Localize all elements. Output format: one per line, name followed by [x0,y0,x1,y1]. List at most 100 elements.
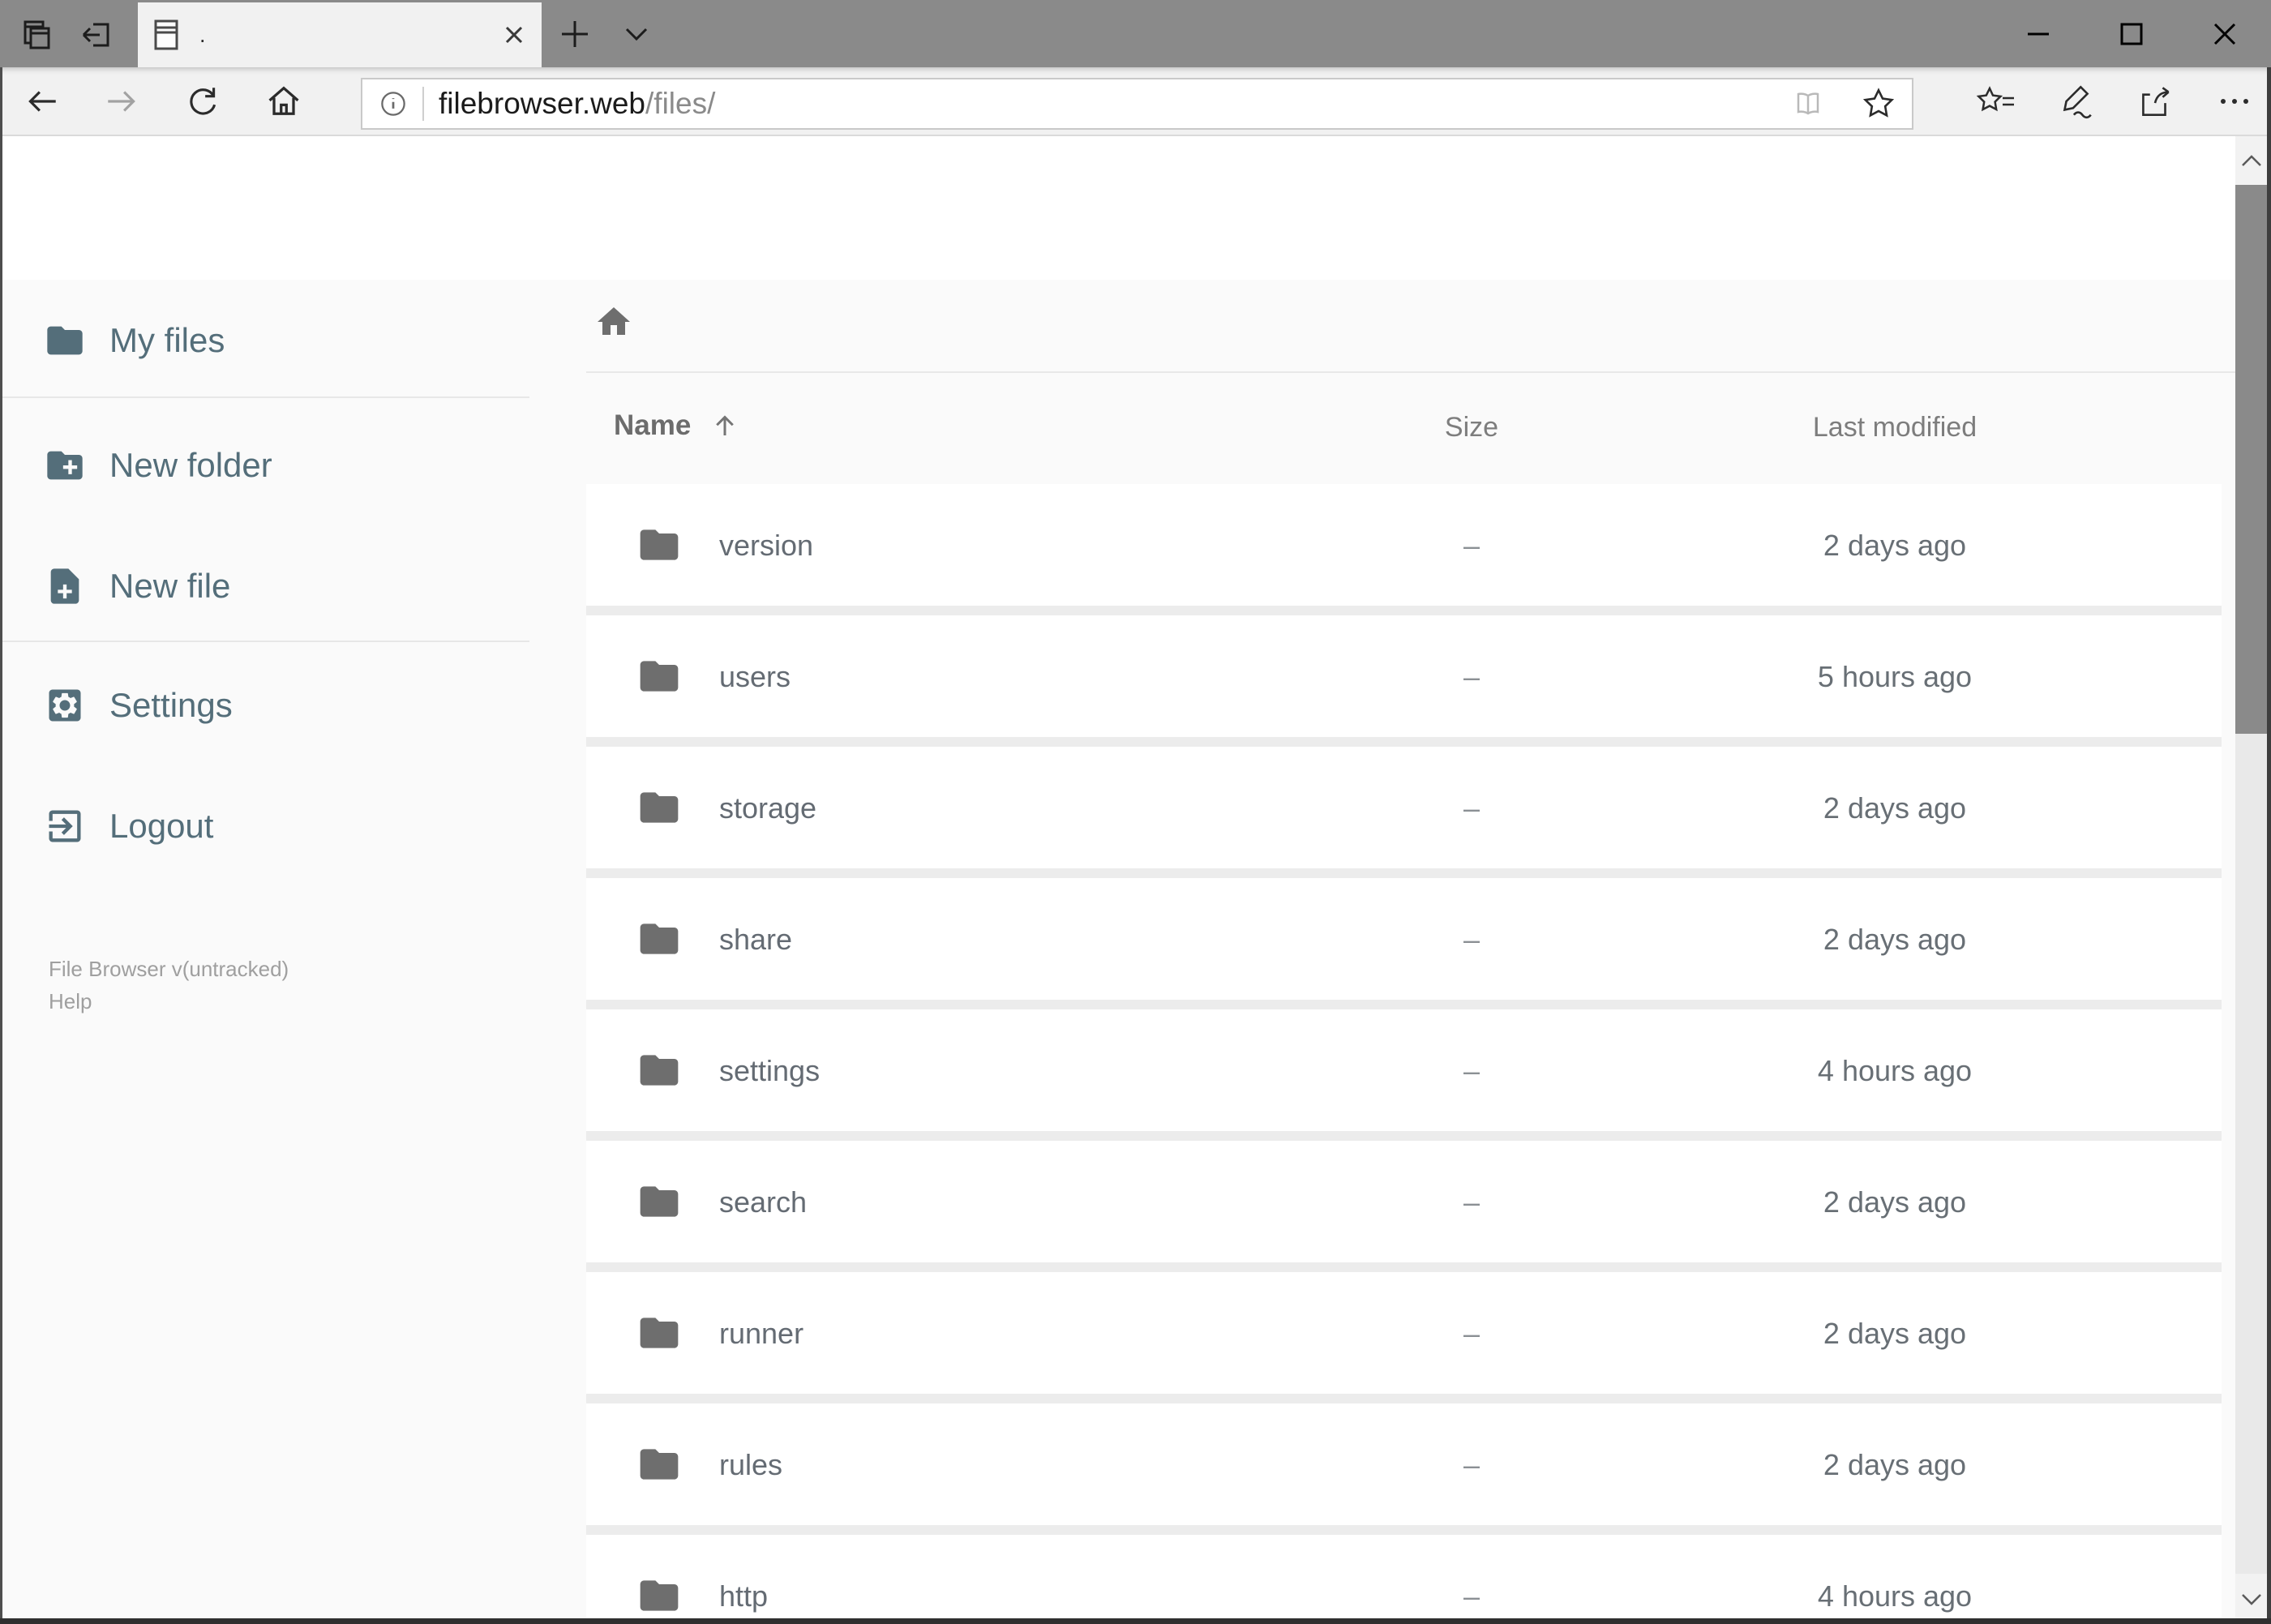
breadcrumb-divider [586,371,2235,373]
help-link[interactable]: Help [49,991,92,1012]
sidebar-item-label: New file [109,567,231,605]
sidebar-item-my-files[interactable]: My files [0,310,568,371]
share-button[interactable] [2130,73,2180,130]
file-name: http [719,1579,769,1613]
file-modified: 2 days ago [1823,1317,1967,1350]
browser-tab[interactable]: . [138,2,542,67]
file-row[interactable]: version – 2 days ago [586,484,2222,606]
set-tabs-aside-icon [82,23,109,46]
file-name: share [719,923,793,956]
filebrowser-header [0,136,2271,397]
file-row[interactable]: share – 2 days ago [586,878,2222,1000]
folder-icon [640,1318,679,1348]
minimize-icon [2027,32,2049,35]
folder-icon [640,792,679,823]
sidebar-item-label: New folder [109,446,272,484]
tab-title: . [199,22,206,47]
file-size: – [1463,1579,1480,1613]
scroll-up-button[interactable] [2235,136,2267,186]
address-bar[interactable]: filebrowser.web/files/ [361,78,1913,130]
file-size: – [1463,1317,1480,1350]
set-tabs-aside-button[interactable] [70,0,123,67]
refresh-button[interactable] [174,67,232,135]
file-row[interactable]: http – 4 hours ago [586,1535,2222,1624]
folder-icon [640,1055,679,1086]
column-header-modified[interactable]: Last modified [1773,412,2016,443]
create-new-folder-icon [47,451,83,480]
maximize-icon [2120,23,2142,45]
url-text: filebrowser.web/files/ [439,87,715,121]
more-options-button[interactable] [2209,73,2260,130]
back-button[interactable] [13,67,71,135]
sidebar-item-new-file[interactable]: New file [0,555,568,617]
file-size: – [1463,1448,1480,1481]
new-tab-button[interactable] [548,0,602,67]
sidebar-item-logout[interactable]: Logout [0,795,568,857]
file-row[interactable]: rules – 2 days ago [586,1403,2222,1525]
page-icon [154,19,178,50]
column-header-name[interactable]: Name [614,409,739,442]
file-name: settings [719,1054,821,1087]
home-breadcrumb-icon [598,307,630,335]
close-icon [2213,23,2235,45]
sidebar: My files New folder New file Settings Lo… [0,280,586,1624]
folder-icon [640,1186,679,1217]
reading-view-icon[interactable] [1789,86,1828,122]
url-path: /files/ [645,87,716,120]
chevron-down-icon [625,28,648,41]
refresh-icon [190,87,216,115]
minimize-button[interactable] [1991,0,2085,67]
window-border-bottom [0,1618,2271,1624]
file-modified: 2 days ago [1823,529,1967,562]
tab-preview-icon [24,20,50,49]
file-size: – [1463,660,1480,693]
file-modified: 2 days ago [1823,1185,1967,1219]
web-notes-button[interactable] [2050,73,2101,130]
browser-navbar: filebrowser.web/files/ [0,67,2271,136]
close-tab-icon[interactable] [503,24,525,46]
add-favorite-star-icon[interactable] [1860,85,1897,122]
file-modified: 5 hours ago [1817,660,1973,693]
home-button[interactable] [255,67,313,135]
site-info-icon[interactable] [377,88,409,120]
column-header-size[interactable]: Size [1390,412,1553,443]
sidebar-item-label: Logout [109,807,214,845]
tab-list-button[interactable] [610,0,663,67]
url-host: filebrowser.web [439,87,646,120]
logout-icon [49,810,81,842]
window-border-left [0,67,2,1624]
sidebar-item-settings[interactable]: Settings [0,675,568,736]
sidebar-item-label: My files [109,321,225,359]
sort-ascending-icon [716,415,735,435]
window-border-right [2267,67,2271,1624]
folder-icon [640,529,679,560]
address-bar-actions [1789,85,1897,122]
tab-preview-button[interactable] [10,0,63,67]
file-size: – [1463,1185,1480,1219]
scroll-down-button[interactable] [2235,1574,2267,1624]
scrollbar-thumb[interactable] [2235,185,2267,734]
vertical-scrollbar[interactable] [2235,136,2267,1624]
file-name: search [719,1185,808,1219]
file-row[interactable]: runner – 2 days ago [586,1272,2222,1394]
file-row[interactable]: storage – 2 days ago [586,747,2222,868]
file-row[interactable]: search – 2 days ago [586,1141,2222,1262]
chevron-up-icon [2241,155,2261,166]
share-icon [2142,86,2170,116]
file-name: storage [719,791,817,825]
maximize-button[interactable] [2085,0,2178,67]
file-name: rules [719,1448,783,1481]
forward-button[interactable] [92,67,151,135]
close-window-button[interactable] [2178,0,2271,67]
navbar-actions [1971,67,2260,135]
breadcrumb-home-button[interactable] [589,298,638,346]
file-row[interactable]: users – 5 hours ago [586,615,2222,737]
file-size: – [1463,529,1480,562]
sidebar-item-new-folder[interactable]: New folder [0,435,568,496]
file-size: – [1463,791,1480,825]
file-row[interactable]: settings – 4 hours ago [586,1009,2222,1131]
folder-icon [640,661,679,692]
chevron-down-icon [2241,1594,2261,1605]
favorites-hub-button[interactable] [1971,73,2021,130]
folder-icon [47,326,83,355]
